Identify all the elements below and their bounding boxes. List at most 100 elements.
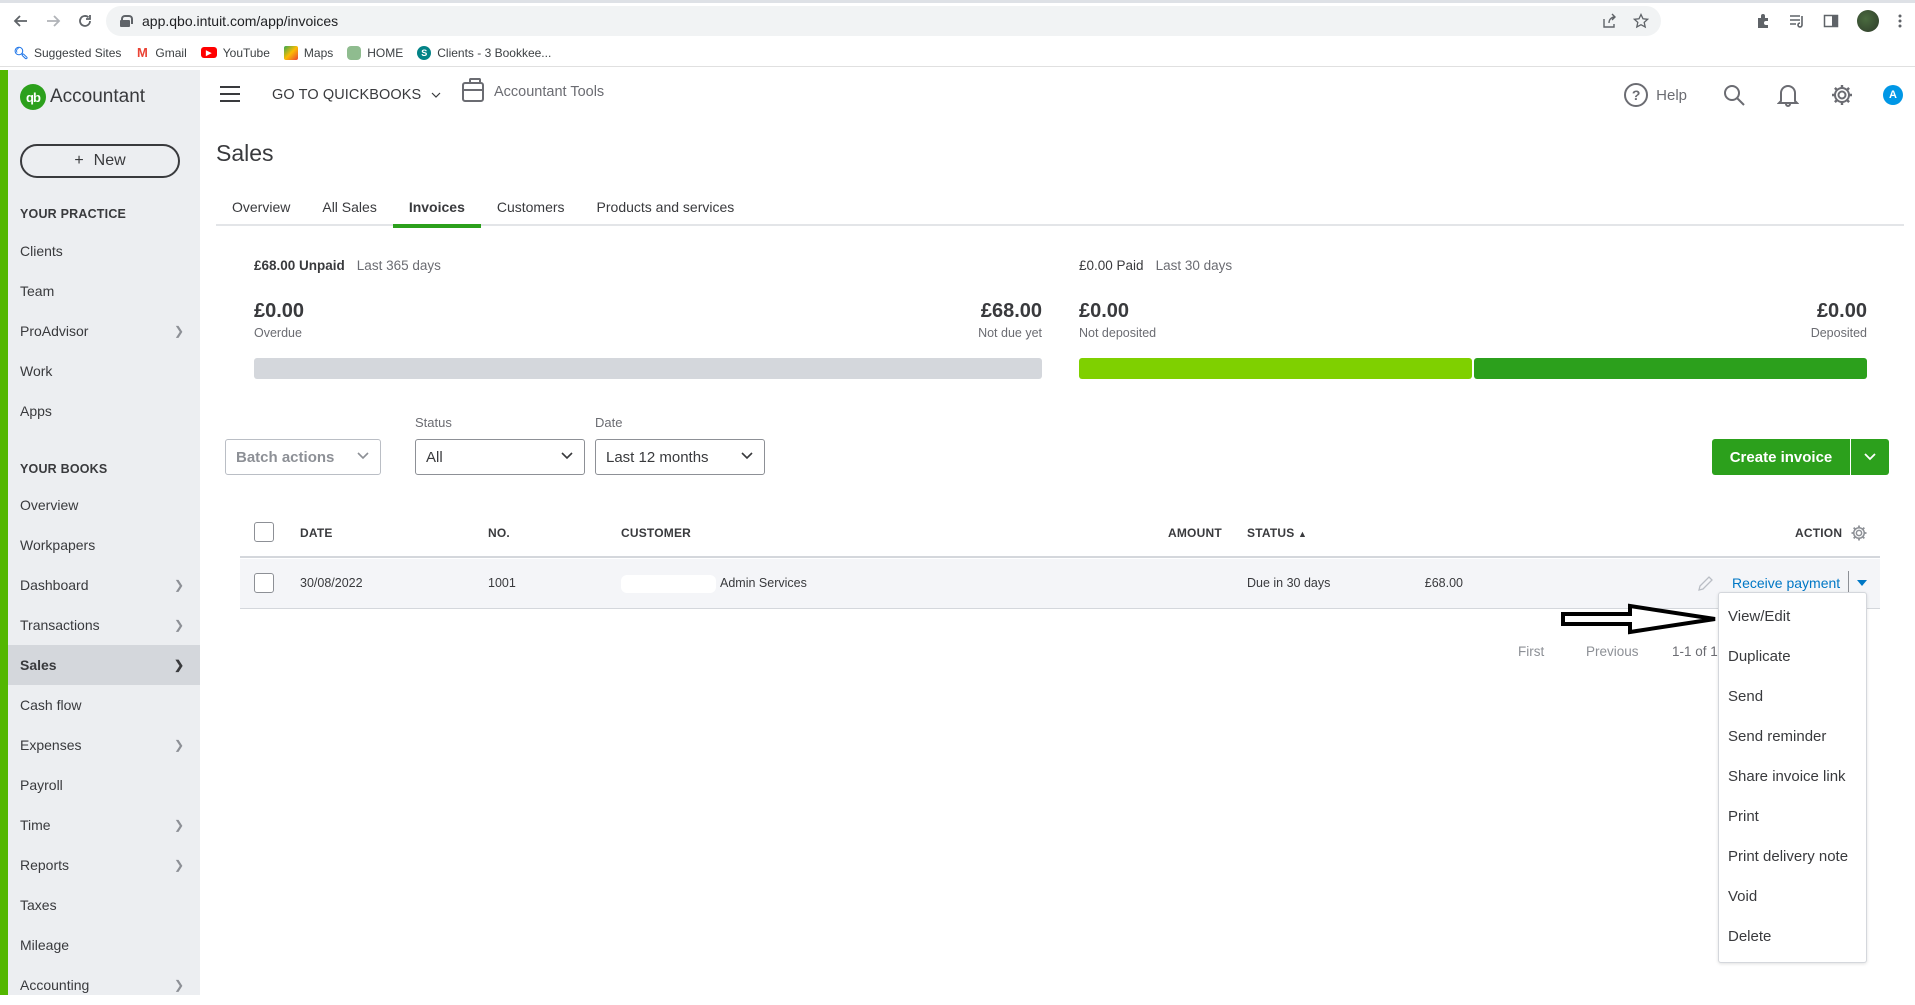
bookmark-label: Maps — [303, 45, 334, 60]
menu-item-delete[interactable]: Delete — [1728, 928, 1771, 945]
menu-item-duplicate[interactable]: Duplicate — [1728, 648, 1791, 665]
sidebar-item-sales[interactable]: Sales ❯ — [8, 645, 200, 685]
more-menu-icon[interactable] — [1897, 13, 1903, 29]
sidebar-item-workpapers[interactable]: Workpapers — [8, 525, 200, 565]
search-button[interactable] — [1721, 82, 1747, 108]
chevron-right-icon: ❯ — [173, 658, 184, 672]
tab-all-sales[interactable]: All Sales — [306, 188, 392, 226]
pencil-edit-icon[interactable] — [1696, 575, 1714, 593]
overdue-amount: £0.00 — [254, 300, 305, 322]
bookmark-maps[interactable]: Maps — [283, 45, 334, 60]
create-invoice-split-button: Create invoice — [1712, 439, 1889, 475]
row-status: Due in 30 days — [1247, 576, 1331, 590]
chevron-right-icon: ❯ — [173, 578, 184, 592]
hamburger-menu-icon[interactable] — [220, 86, 240, 102]
sidebar-item-team[interactable]: Team — [8, 271, 200, 311]
sidebar-item-transactions[interactable]: Transactions ❯ — [8, 605, 200, 645]
date-filter-select[interactable]: Last 12 months — [595, 439, 765, 475]
row-checkbox[interactable] — [254, 573, 274, 593]
create-invoice-more-button[interactable] — [1851, 439, 1889, 475]
sidebar-item-taxes[interactable]: Taxes — [8, 885, 200, 925]
menu-item-send[interactable]: Send — [1728, 688, 1763, 705]
tab-customers[interactable]: Customers — [481, 188, 581, 226]
go-to-quickbooks-dropdown[interactable]: GO TO QUICKBOOKS — [272, 87, 441, 103]
not-deposited-bar[interactable] — [1079, 358, 1472, 379]
forward-button[interactable] — [38, 6, 68, 36]
menu-item-view-edit[interactable]: View/Edit — [1728, 608, 1790, 625]
unpaid-progress-bar[interactable] — [254, 358, 1042, 379]
settings-button[interactable] — [1829, 82, 1855, 108]
receive-payment-link[interactable]: Receive payment — [1732, 575, 1840, 591]
column-header-customer[interactable]: CUSTOMER — [621, 526, 691, 540]
sidebar-item-apps[interactable]: Apps — [8, 391, 200, 431]
back-button[interactable] — [6, 6, 36, 36]
column-header-status[interactable]: STATUS ▲ — [1247, 526, 1307, 540]
menu-item-share-invoice-link[interactable]: Share invoice link — [1728, 768, 1846, 785]
sidebar-item-work[interactable]: Work — [8, 351, 200, 391]
sidebar-item-mileage[interactable]: Mileage — [8, 925, 200, 965]
create-invoice-button[interactable]: Create invoice — [1712, 439, 1850, 475]
action-menu-caret-icon[interactable] — [1857, 580, 1867, 586]
side-panel-icon[interactable] — [1823, 13, 1839, 29]
menu-item-print-delivery-note[interactable]: Print delivery note — [1728, 848, 1848, 865]
extensions-puzzle-icon[interactable] — [1755, 13, 1771, 29]
sidebar-item-proadvisor[interactable]: ProAdvisor ❯ — [8, 311, 200, 351]
sidebar-item-expenses[interactable]: Expenses ❯ — [8, 725, 200, 765]
status-filter-select[interactable]: All — [415, 439, 585, 475]
bookmark-suggested-sites[interactable]: 🔍︎ Suggested Sites — [13, 46, 121, 60]
table-header: DATE NO. CUSTOMER AMOUNT STATUS ▲ ACTION — [240, 512, 1880, 558]
sidebar-item-label: Payroll — [20, 777, 63, 793]
pagination-previous[interactable]: Previous — [1586, 644, 1639, 659]
menu-item-send-reminder[interactable]: Send reminder — [1728, 728, 1826, 745]
table-settings-gear-icon[interactable] — [1850, 524, 1868, 542]
column-header-no[interactable]: NO. — [488, 526, 510, 540]
batch-actions-dropdown[interactable]: Batch actions — [225, 439, 381, 475]
pagination-first[interactable]: First — [1518, 644, 1544, 659]
new-button[interactable]: + New — [20, 144, 180, 178]
sidebar-item-label: Taxes — [20, 897, 57, 913]
share-icon[interactable] — [1601, 13, 1617, 29]
bookmark-clients[interactable]: S Clients - 3 Bookkee... — [417, 45, 551, 60]
plus-icon: + — [74, 152, 84, 169]
sidebar-item-reports[interactable]: Reports ❯ — [8, 845, 200, 885]
sidebar-item-clients[interactable]: Clients — [8, 231, 200, 271]
notifications-button[interactable] — [1775, 82, 1801, 108]
sidebar-item-dashboard[interactable]: Dashboard ❯ — [8, 565, 200, 605]
chevron-right-icon: ❯ — [173, 818, 184, 832]
sidebar-item-label: Mileage — [20, 937, 70, 953]
tab-products-and-services[interactable]: Products and services — [581, 188, 751, 226]
menu-item-void[interactable]: Void — [1728, 888, 1757, 905]
help-button[interactable]: ? Help — [1624, 83, 1687, 107]
sidebar-item-overview[interactable]: Overview — [8, 485, 200, 525]
sidebar-item-label: Dashboard — [20, 577, 89, 593]
deposited-amount: £0.00 — [1816, 300, 1867, 322]
tab-invoices[interactable]: Invoices — [392, 188, 481, 228]
accountant-tools-button[interactable]: Accountant Tools — [462, 78, 604, 102]
column-header-date[interactable]: DATE — [300, 526, 333, 540]
tab-overview[interactable]: Overview — [216, 188, 306, 226]
select-all-checkbox[interactable] — [254, 522, 274, 542]
column-header-amount[interactable]: AMOUNT — [1168, 526, 1222, 540]
bookmark-youtube[interactable]: ▶ YouTube — [200, 46, 270, 60]
sidebar-item-accounting[interactable]: Accounting ❯ — [8, 965, 200, 1005]
user-avatar[interactable]: A — [1883, 85, 1903, 105]
table-row[interactable]: 30/08/2022 1001 Admin Services £68.00 Du… — [240, 559, 1880, 609]
chevron-right-icon: ❯ — [173, 324, 184, 338]
bookmark-star-icon[interactable] — [1633, 13, 1649, 29]
media-queue-icon[interactable] — [1789, 13, 1805, 29]
qb-accountant-logo[interactable]: qb Accountant — [20, 84, 145, 110]
bookmark-home[interactable]: HOME — [347, 45, 403, 60]
gmail-icon: M — [136, 45, 148, 60]
bookmark-gmail[interactable]: M Gmail — [135, 45, 187, 60]
sidebar-item-payroll[interactable]: Payroll — [8, 765, 200, 805]
unpaid-total: £68.00 Unpaid — [254, 258, 345, 273]
sidebar-item-time[interactable]: Time ❯ — [8, 805, 200, 845]
menu-item-print[interactable]: Print — [1728, 808, 1759, 825]
deposited-bar[interactable] — [1474, 358, 1867, 379]
sidebar-item-cash-flow[interactable]: Cash flow — [8, 685, 200, 725]
annotation-arrow-icon — [1561, 603, 1716, 635]
browser-profile-avatar[interactable] — [1857, 10, 1879, 32]
address-bar[interactable]: app.qbo.intuit.com/app/invoices — [106, 6, 1661, 36]
reload-button[interactable] — [70, 6, 100, 36]
not-due-yet-label: Not due yet — [978, 326, 1042, 340]
